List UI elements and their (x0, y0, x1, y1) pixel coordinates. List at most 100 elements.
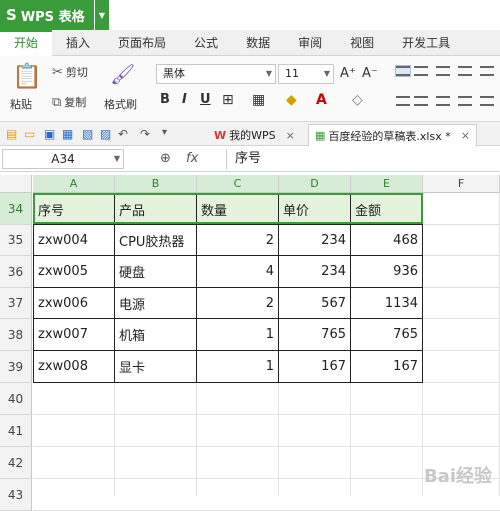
table-cell[interactable]: 468 (351, 225, 423, 256)
close-icon[interactable]: × (461, 129, 470, 142)
align-right-icon[interactable] (436, 96, 450, 106)
copy-button[interactable]: ⧉ 复制 (52, 94, 86, 110)
close-icon[interactable]: × (286, 129, 295, 142)
table-header-cell[interactable]: 序号 (33, 193, 115, 225)
align-bottom-icon[interactable] (436, 66, 450, 76)
table-cell[interactable]: 765 (351, 319, 423, 351)
column-header-d[interactable]: D (279, 175, 351, 193)
tab-home[interactable]: 开始 (0, 30, 53, 56)
table-cell[interactable]: 1 (197, 319, 279, 351)
underline-button[interactable]: U (200, 92, 211, 107)
row-header-35[interactable]: 35 (0, 225, 32, 256)
table-cell[interactable]: 234 (279, 225, 351, 256)
align-middle-icon[interactable] (414, 66, 428, 76)
table-header-cell[interactable]: 产品 (115, 193, 197, 225)
table-cell[interactable]: zxw007 (33, 319, 115, 351)
cut-button[interactable]: ✂ 剪切 (52, 64, 88, 80)
table-cell[interactable]: 电源 (115, 288, 197, 319)
align-top-icon[interactable] (395, 65, 411, 77)
row-header-43[interactable]: 43 (0, 479, 32, 511)
doc-tab-my-wps[interactable]: W 我的WPS × (208, 124, 301, 146)
open-folder-icon[interactable]: ▭ (24, 127, 36, 141)
paste-label[interactable]: 粘贴 (10, 96, 32, 112)
merge-cells-icon[interactable]: ▦ (252, 92, 265, 108)
tab-insert[interactable]: 插入 (52, 30, 104, 56)
undo-icon[interactable]: ↶ (118, 127, 130, 141)
table-header-cell[interactable]: 数量 (197, 193, 279, 225)
clear-format-icon[interactable]: ◇ (352, 92, 363, 108)
italic-button[interactable]: I (182, 92, 187, 107)
print-icon[interactable]: ▦ (62, 127, 74, 141)
column-header-c[interactable]: C (197, 175, 279, 193)
shrink-font-button[interactable]: A⁻ (362, 66, 378, 81)
font-color-icon[interactable]: A (316, 92, 327, 108)
row-header-40[interactable]: 40 (0, 383, 32, 415)
table-cell[interactable]: 234 (279, 256, 351, 288)
tab-data[interactable]: 数据 (232, 30, 284, 56)
border-icon[interactable]: ⊞ (222, 92, 234, 108)
zoom-icon[interactable]: ⊕ (160, 151, 171, 166)
align-left-icon[interactable] (396, 96, 410, 106)
justify-icon[interactable] (458, 96, 472, 106)
table-cell[interactable]: 167 (351, 351, 423, 383)
table-header-cell[interactable]: 金额 (351, 193, 423, 225)
export-icon[interactable]: ▨ (100, 127, 112, 141)
table-cell[interactable]: zxw006 (33, 288, 115, 319)
column-header-b[interactable]: B (115, 175, 197, 193)
row-header-42[interactable]: 42 (0, 447, 32, 479)
tab-page-layout[interactable]: 页面布局 (104, 30, 180, 56)
function-icon[interactable]: fx (186, 151, 198, 166)
table-cell[interactable]: 765 (279, 319, 351, 351)
customize-arrow-icon[interactable]: ▾ (162, 127, 174, 139)
formula-input[interactable]: 序号 (226, 149, 500, 169)
app-dropdown-arrow-icon[interactable]: ▼ (95, 0, 109, 30)
row-header-41[interactable]: 41 (0, 415, 32, 447)
name-box[interactable]: A34 ▼ (2, 149, 124, 169)
app-menu-button[interactable]: S WPS 表格 (0, 0, 94, 30)
tab-review[interactable]: 审阅 (284, 30, 336, 56)
row-header-38[interactable]: 38 (0, 319, 32, 351)
column-header-a[interactable]: A (33, 175, 115, 193)
paste-button[interactable]: 📋 (12, 62, 42, 90)
table-cell[interactable]: CPU胶热器 (115, 225, 197, 256)
table-cell[interactable]: zxw004 (33, 225, 115, 256)
format-painter-button[interactable]: 🖌 (110, 62, 135, 86)
bold-button[interactable]: B (160, 92, 170, 107)
table-cell[interactable]: 2 (197, 288, 279, 319)
print-preview-icon[interactable]: ▧ (82, 127, 94, 141)
doc-tab-workbook[interactable]: ▦ 百度经验的草稿表.xlsx * × (308, 124, 477, 146)
table-cell[interactable]: 机箱 (115, 319, 197, 351)
table-cell[interactable]: 硬盘 (115, 256, 197, 288)
table-cell[interactable]: 2 (197, 225, 279, 256)
table-cell[interactable]: 167 (279, 351, 351, 383)
select-all-corner[interactable] (0, 175, 32, 193)
fill-color-icon[interactable]: ◆ (286, 92, 297, 108)
row-header-34[interactable]: 34 (0, 193, 32, 225)
row-header-39[interactable]: 39 (0, 351, 32, 383)
tab-developer[interactable]: 开发工具 (388, 30, 464, 56)
table-cell[interactable]: zxw005 (33, 256, 115, 288)
table-header-cell[interactable]: 单价 (279, 193, 351, 225)
row-header-37[interactable]: 37 (0, 288, 32, 319)
indent-increase-icon[interactable] (480, 66, 494, 76)
format-painter-label[interactable]: 格式刷 (104, 96, 137, 112)
indent-decrease-icon[interactable] (458, 66, 472, 76)
tab-formulas[interactable]: 公式 (180, 30, 232, 56)
grow-font-button[interactable]: A⁺ (340, 66, 356, 81)
column-header-e[interactable]: E (351, 175, 423, 193)
row-header-36[interactable]: 36 (0, 256, 32, 288)
redo-icon[interactable]: ↷ (140, 127, 152, 141)
column-header-f[interactable]: F (423, 175, 500, 193)
table-cell[interactable]: 1134 (351, 288, 423, 319)
table-cell[interactable]: 567 (279, 288, 351, 319)
table-cell[interactable]: 显卡 (115, 351, 197, 383)
table-cell[interactable]: 1 (197, 351, 279, 383)
font-name-select[interactable]: 黑体 ▼ (156, 64, 276, 84)
tab-view[interactable]: 视图 (336, 30, 388, 56)
align-center-icon[interactable] (414, 96, 428, 106)
font-size-select[interactable]: 11 ▼ (278, 64, 334, 84)
save-icon[interactable]: ▣ (44, 127, 56, 141)
table-cell[interactable]: zxw008 (33, 351, 115, 383)
table-cell[interactable]: 4 (197, 256, 279, 288)
new-file-icon[interactable]: ▤ (6, 127, 18, 141)
